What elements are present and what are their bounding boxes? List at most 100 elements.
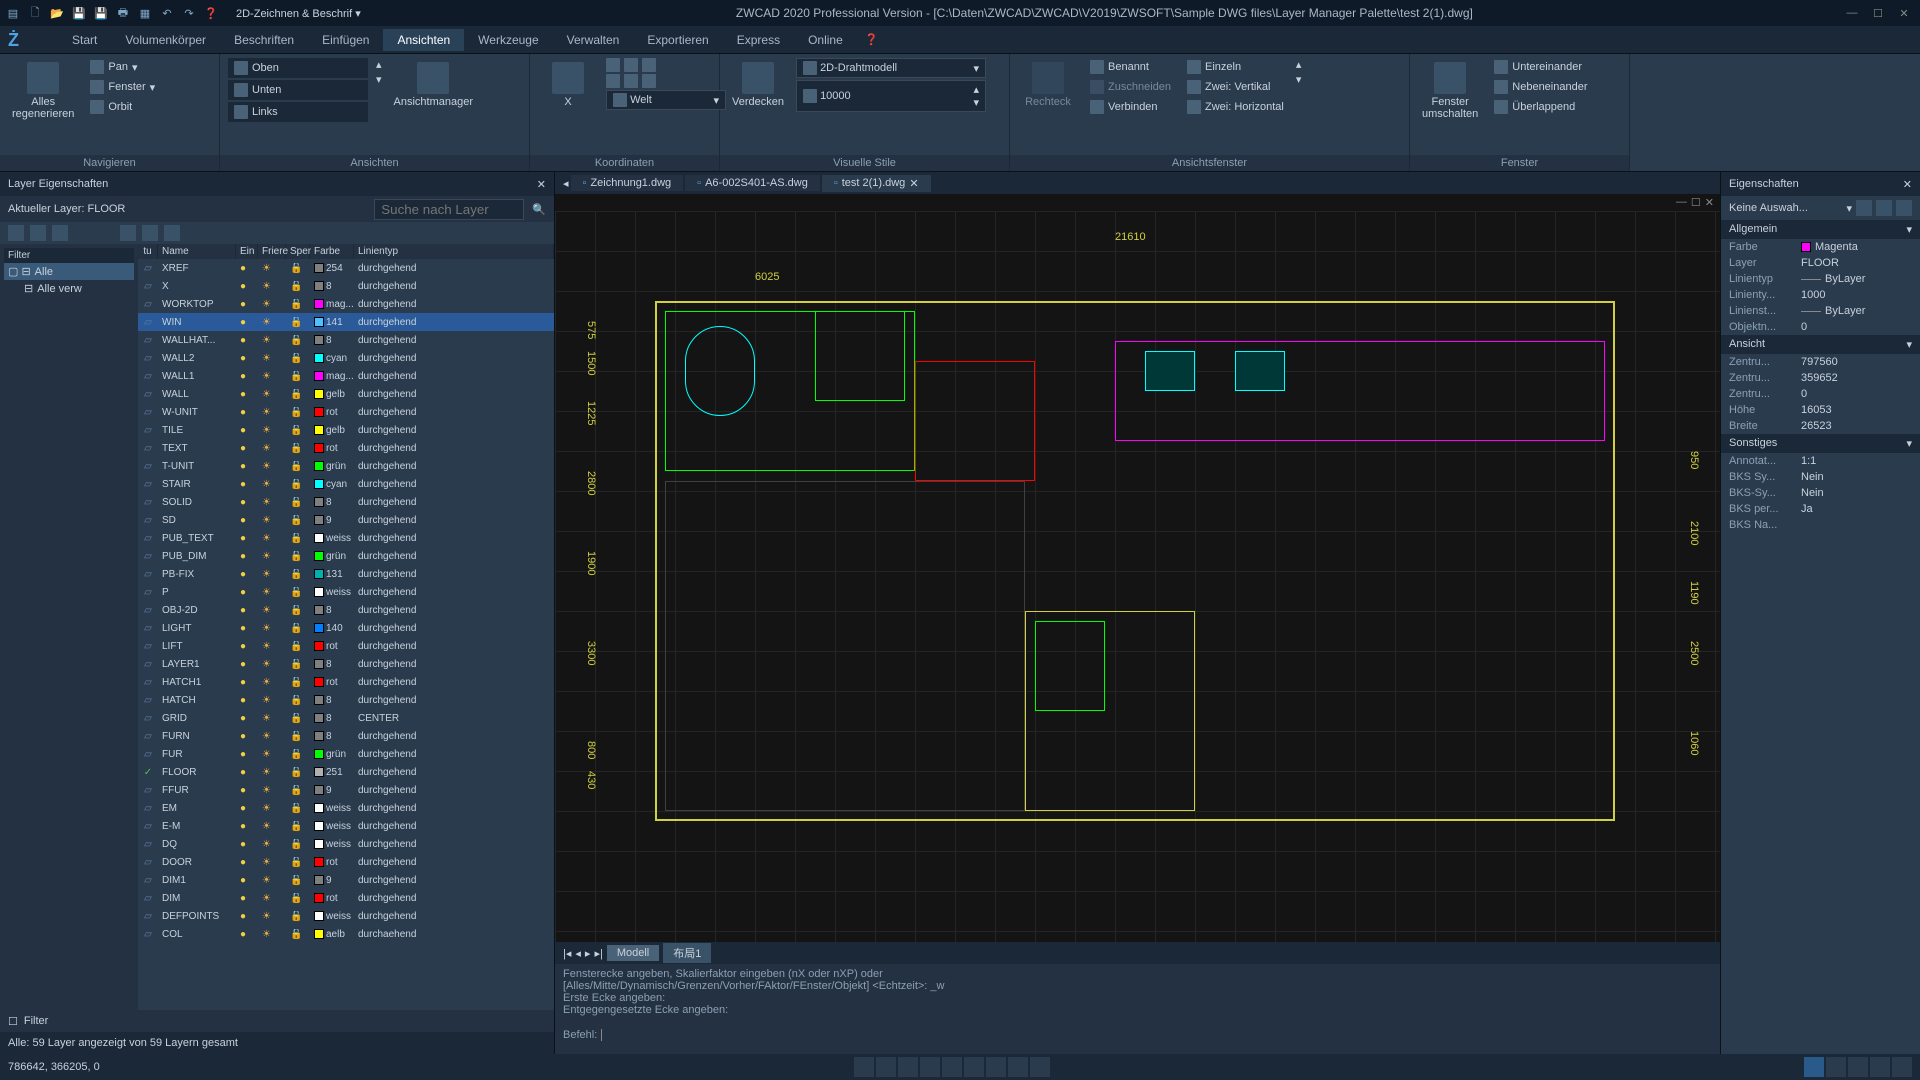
layer-row[interactable]: ▱SOLID●☀🔓8durchgehend xyxy=(138,493,554,511)
tab-nav-prev-icon[interactable]: ◂ xyxy=(575,947,581,960)
help-icon[interactable]: ❓ xyxy=(865,33,879,46)
selection-dropdown[interactable]: Keine Auswah... xyxy=(1729,202,1842,214)
menu-volumenkörper[interactable]: Volumenkörper xyxy=(111,29,220,51)
layer-row[interactable]: ▱E-M●☀🔓weissdurchgehend xyxy=(138,817,554,835)
doc-maximize-icon[interactable]: ☐ xyxy=(1691,196,1701,209)
doc-tab[interactable]: ▫ Zeichnung1.dwg xyxy=(571,175,684,191)
layer-row[interactable]: ▱WIN●☀🔓141durchgehend xyxy=(138,313,554,331)
ucs-button[interactable]: X xyxy=(538,58,598,112)
property-row[interactable]: Farbe Magenta xyxy=(1721,239,1920,255)
layer-row[interactable]: ▱EM●☀🔓weissdurchgehend xyxy=(138,799,554,817)
prop-icon[interactable] xyxy=(1856,200,1872,216)
print-icon[interactable]: 🖶 xyxy=(114,4,132,22)
doc-close-icon[interactable]: ✕ xyxy=(1705,196,1714,209)
close-icon[interactable]: ✕ xyxy=(1903,178,1912,191)
property-row[interactable]: BKS Na... xyxy=(1721,517,1920,533)
property-row[interactable]: Objektn...0 xyxy=(1721,319,1920,335)
snap-toggle[interactable] xyxy=(854,1057,874,1077)
tab-nav-last-icon[interactable]: ▸| xyxy=(594,947,602,960)
view-left-button[interactable]: Links xyxy=(228,102,368,122)
grid-toggle[interactable] xyxy=(876,1057,896,1077)
tree-node-all[interactable]: ▢ ⊟ Alle xyxy=(4,263,134,280)
open-icon[interactable]: 📂 xyxy=(48,4,66,22)
property-row[interactable]: Annotat...1:1 xyxy=(1721,453,1920,469)
layer-row[interactable]: ▱TEXT●☀🔓rotdurchgehend xyxy=(138,439,554,457)
layer-row[interactable]: ▱P●☀🔓weissdurchgehend xyxy=(138,583,554,601)
layer-row[interactable]: ✓FLOOR●☀🔓251durchgehend xyxy=(138,763,554,781)
layer-row[interactable]: ▱XREF●☀🔓254durchgehend xyxy=(138,259,554,277)
view-spinner-up[interactable]: ▴ xyxy=(376,58,382,71)
layer-row[interactable]: ▱COL●☀🔓aelbdurchaehend xyxy=(138,925,554,943)
layer-row[interactable]: ▱LAYER1●☀🔓8durchgehend xyxy=(138,655,554,673)
layer-row[interactable]: ▱GRID●☀🔓8CENTER xyxy=(138,709,554,727)
clean-icon[interactable] xyxy=(1870,1057,1890,1077)
dyn-toggle[interactable] xyxy=(1008,1057,1028,1077)
new-layer-icon[interactable] xyxy=(120,225,136,241)
property-row[interactable]: Höhe16053 xyxy=(1721,402,1920,418)
property-row[interactable]: BKS-Sy...Nein xyxy=(1721,485,1920,501)
close-icon[interactable]: ✕ xyxy=(909,177,918,190)
layer-row[interactable]: ▱WALL2●☀🔓cyandurchgehend xyxy=(138,349,554,367)
tree-node-used[interactable]: ⊟ Alle verw xyxy=(4,280,134,297)
property-row[interactable]: BKS per...Ja xyxy=(1721,501,1920,517)
workspace-icon[interactable] xyxy=(1848,1057,1868,1077)
new-filter-icon[interactable] xyxy=(8,225,24,241)
coord-icon[interactable] xyxy=(642,58,656,72)
model-toggle[interactable] xyxy=(1030,1057,1050,1077)
ortho-toggle[interactable] xyxy=(898,1057,918,1077)
tab-model[interactable]: Modell xyxy=(607,945,659,961)
layer-row[interactable]: ▱STAIR●☀🔓cyandurchgehend xyxy=(138,475,554,493)
layer-row[interactable]: ▱DEFPOINTS●☀🔓weissdurchgehend xyxy=(138,907,554,925)
layer-row[interactable]: ▱X●☀🔓8durchgehend xyxy=(138,277,554,295)
redo-icon[interactable]: ↷ xyxy=(180,4,198,22)
fenster-button[interactable]: Fenster ▾ xyxy=(86,78,159,96)
doc-tab[interactable]: ▫ A6-002S401-AS.dwg xyxy=(685,175,820,191)
layer-row[interactable]: ▱TILE●☀🔓gelbdurchgehend xyxy=(138,421,554,439)
coord-icon[interactable] xyxy=(624,74,638,88)
otrack-toggle[interactable] xyxy=(964,1057,984,1077)
menu-exportieren[interactable]: Exportieren xyxy=(633,29,722,51)
coord-icon[interactable] xyxy=(642,74,656,88)
close-button[interactable]: ✕ xyxy=(1892,3,1916,23)
orbit-button[interactable]: Orbit xyxy=(86,98,159,116)
close-icon[interactable]: ✕ xyxy=(537,178,546,191)
layer-row[interactable]: ▱SD●☀🔓9durchgehend xyxy=(138,511,554,529)
search-icon[interactable]: 🔍 xyxy=(532,203,546,216)
prop-icon[interactable] xyxy=(1896,200,1912,216)
prop-icon[interactable] xyxy=(1876,200,1892,216)
coord-icon[interactable] xyxy=(624,58,638,72)
tab-first-icon[interactable]: ◂ xyxy=(563,177,569,190)
tab-layout1[interactable]: 布局1 xyxy=(663,943,711,963)
layer-states-icon[interactable] xyxy=(52,225,68,241)
view-bottom-button[interactable]: Unten xyxy=(228,80,368,100)
scale-icon[interactable] xyxy=(1826,1057,1846,1077)
save-icon[interactable]: 💾 xyxy=(70,4,88,22)
checkbox-icon[interactable]: ☐ xyxy=(8,1015,18,1028)
tab-nav-next-icon[interactable]: ▸ xyxy=(585,947,591,960)
new-icon[interactable]: 🗋 xyxy=(26,4,44,22)
lwt-toggle[interactable] xyxy=(986,1057,1006,1077)
property-row[interactable]: Linienst... ByLayer xyxy=(1721,303,1920,319)
join-button[interactable]: Verbinden xyxy=(1086,98,1175,116)
two-v-button[interactable]: Zwei: Vertikal xyxy=(1183,78,1288,96)
two-h-button[interactable]: Zwei: Horizontal xyxy=(1183,98,1288,116)
vp-spinner-up[interactable]: ▴ xyxy=(1296,58,1302,71)
layer-row[interactable]: ▱PUB_DIM●☀🔓gründurchgehend xyxy=(138,547,554,565)
menu-ansichten[interactable]: Ansichten xyxy=(383,29,464,51)
pan-button[interactable]: Pan ▾ xyxy=(86,58,159,76)
command-line[interactable]: Fensterecke angeben, Skalierfaktor einge… xyxy=(555,964,1720,1054)
hide-button[interactable]: Verdecken xyxy=(728,58,788,112)
regen-button[interactable]: Alles regenerieren xyxy=(8,58,78,124)
property-row[interactable]: Linienty...1000 xyxy=(1721,287,1920,303)
menu-beschriften[interactable]: Beschriften xyxy=(220,29,308,51)
new-group-icon[interactable] xyxy=(30,225,46,241)
coord-icon[interactable] xyxy=(606,58,620,72)
osnap-toggle[interactable] xyxy=(942,1057,962,1077)
workspace-dropdown[interactable]: 2D-Zeichnen & Beschrif ▾ xyxy=(228,5,369,22)
view-top-button[interactable]: Oben xyxy=(228,58,368,78)
layer-search-input[interactable] xyxy=(374,199,524,220)
layer-row[interactable]: ▱DIM●☀🔓rotdurchgehend xyxy=(138,889,554,907)
layer-row[interactable]: ▱HATCH1●☀🔓rotdurchgehend xyxy=(138,673,554,691)
section-misc[interactable]: Sonstiges▾ xyxy=(1721,434,1920,453)
doc-minimize-icon[interactable]: — xyxy=(1676,196,1687,209)
